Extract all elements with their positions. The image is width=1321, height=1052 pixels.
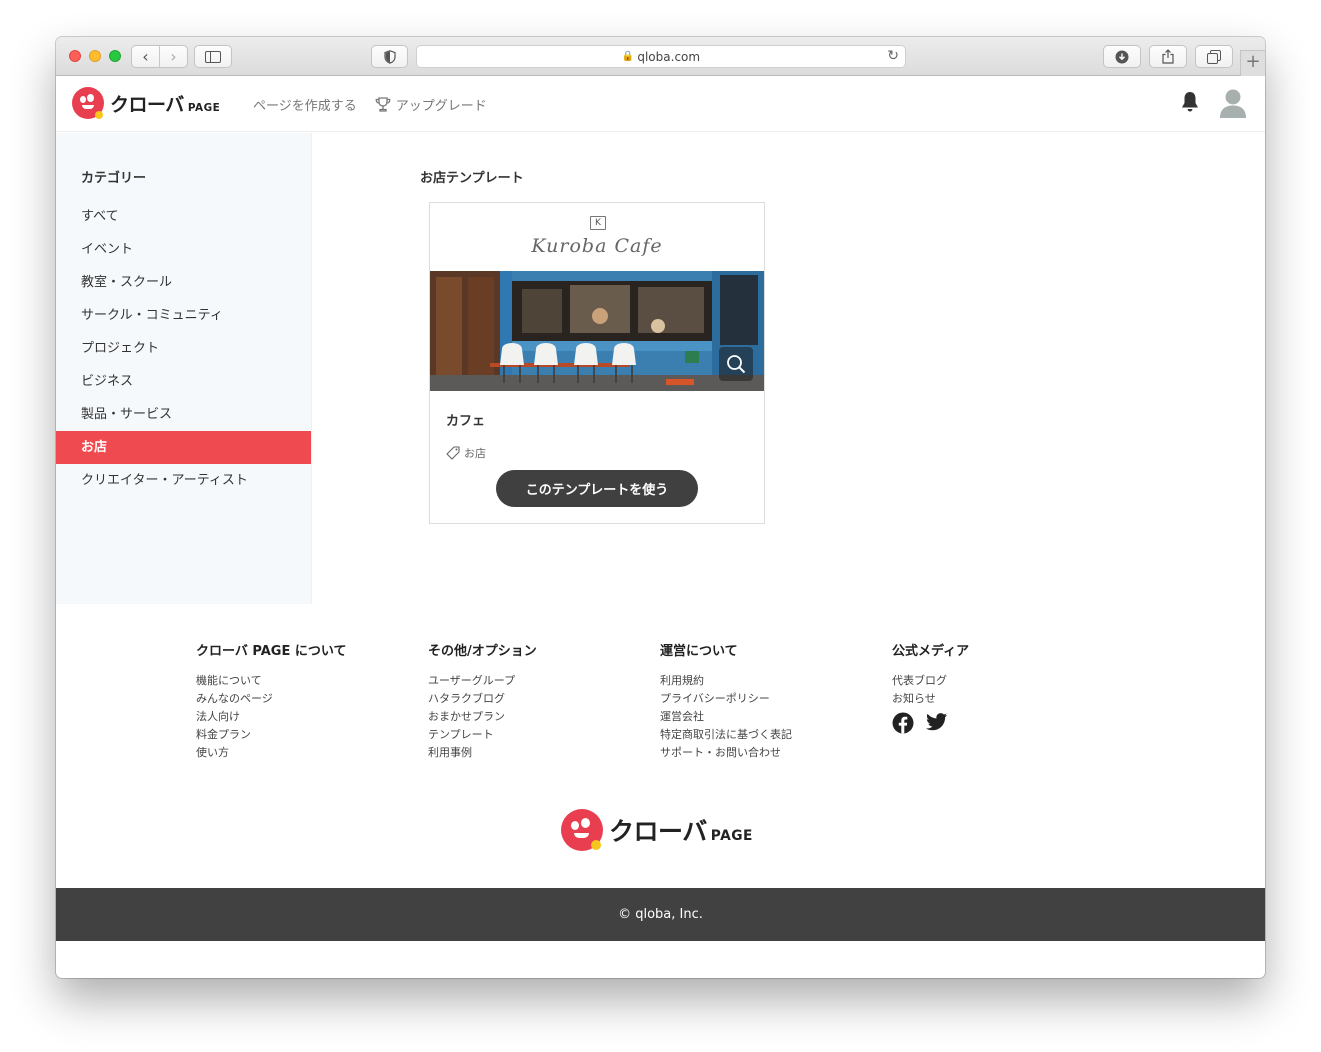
footer-column-about: クローバ PAGE について 機能について みんなのページ 法人向け 料金プラン… [196, 640, 346, 762]
header-nav: ページを作成する アップグレード [253, 95, 487, 114]
facebook-icon[interactable] [892, 712, 914, 738]
footer-column-media: 公式メディア 代表ブログ お知らせ [892, 640, 969, 738]
zoom-window-button[interactable] [109, 50, 121, 62]
close-window-button[interactable] [69, 50, 81, 62]
logo-text: クローバ PAGE [110, 93, 221, 116]
social-links [892, 712, 969, 738]
tag-icon [446, 446, 460, 460]
category-item-project[interactable]: プロジェクト [56, 332, 311, 365]
notification-bell-icon[interactable] [1179, 90, 1201, 114]
category-item-creator[interactable]: クリエイター・アーティスト [56, 464, 311, 497]
download-icon [1115, 50, 1129, 63]
footer-heading: 公式メディア [892, 644, 970, 659]
footer-link[interactable]: プライバシーポリシー [660, 690, 792, 708]
footer-column-company: 運営について 利用規約 プライバシーポリシー 運営会社 特定商取引法に基づく表記… [660, 640, 792, 762]
footer-logo[interactable]: クローバ PAGE [561, 809, 753, 851]
minimize-window-button[interactable] [89, 50, 101, 62]
section-title: お店テンプレート [420, 171, 524, 186]
footer-link[interactable]: おまかせプラン [428, 708, 537, 726]
cafe-photo [430, 271, 764, 391]
category-item-shop[interactable]: お店 [56, 431, 311, 464]
footer-link[interactable]: 特定商取引法に基づく表記 [660, 726, 792, 744]
site-header: クローバ PAGE ページを作成する アップグレード [56, 76, 1265, 132]
category-item-product[interactable]: 製品・サービス [56, 398, 311, 431]
magnifier-icon [727, 355, 746, 374]
template-thumbnail-header: K Kuroba Cafe [430, 203, 764, 271]
browser-toolbar: ‹ › 🔒 qloba.com ↻ + [56, 37, 1265, 76]
footer-link[interactable]: 利用事例 [428, 744, 537, 762]
footer-link[interactable]: サポート・お問い合わせ [660, 744, 792, 762]
template-tag[interactable]: お店 [446, 445, 486, 461]
copyright-bar: © qloba, Inc. [56, 888, 1265, 941]
category-item-event[interactable]: イベント [56, 233, 311, 266]
footer-link[interactable]: 法人向け [196, 708, 346, 726]
footer-link[interactable]: 利用規約 [660, 672, 792, 690]
upgrade-label: アップグレード [395, 99, 487, 114]
footer-link[interactable]: みんなのページ [196, 690, 346, 708]
reload-icon[interactable]: ↻ [887, 48, 899, 64]
sidebar-icon [205, 50, 221, 63]
site-logo[interactable]: クローバ PAGE [72, 87, 220, 119]
address-bar[interactable]: 🔒 qloba.com ↻ [416, 45, 906, 68]
address-url: qloba.com [637, 49, 701, 64]
create-page-link[interactable]: ページを作成する [253, 95, 357, 114]
category-item-school[interactable]: 教室・スクール [56, 266, 311, 299]
template-thumbnail-image[interactable] [430, 271, 764, 391]
sidebar-title: カテゴリー [81, 171, 147, 186]
template-title: カフェ [446, 414, 486, 429]
footer-heading: クローバ PAGE について [196, 644, 347, 659]
template-card[interactable]: K Kuroba Cafe カフェ お店 このテンプレートを使う [429, 202, 765, 524]
footer-link[interactable]: お知らせ [892, 690, 969, 708]
privacy-report-button[interactable] [371, 45, 408, 68]
share-button[interactable] [1149, 45, 1187, 68]
category-item-all[interactable]: すべて [56, 200, 311, 233]
twitter-icon[interactable] [926, 712, 948, 738]
category-item-business[interactable]: ビジネス [56, 365, 311, 398]
footer-link[interactable]: 運営会社 [660, 708, 792, 726]
category-sidebar: カテゴリー すべて イベント 教室・スクール サークル・コミュニティ プロジェク… [56, 133, 312, 604]
footer-link[interactable]: 料金プラン [196, 726, 346, 744]
trophy-icon [375, 97, 391, 112]
back-button[interactable]: ‹ [132, 46, 159, 67]
footer-heading: 運営について [660, 644, 738, 659]
footer-link[interactable]: 機能について [196, 672, 346, 690]
logo-text: クローバ PAGE [609, 817, 753, 846]
cafe-logo-icon: K [590, 216, 606, 230]
footer-link[interactable]: ハタラクブログ [428, 690, 537, 708]
footer-link[interactable]: 使い方 [196, 744, 346, 762]
forward-button[interactable]: › [160, 46, 187, 67]
tab-overview-button[interactable] [1195, 45, 1233, 68]
clover-logo-icon [72, 87, 104, 119]
template-tag-label: お店 [464, 447, 486, 460]
tabs-icon [1207, 49, 1221, 64]
browser-window: ‹ › 🔒 qloba.com ↻ + クローバ PAGE ページを作成する ア… [56, 37, 1265, 978]
lock-icon: 🔒 [621, 51, 635, 62]
footer-heading: その他/オプション [428, 644, 537, 659]
category-item-circle[interactable]: サークル・コミュニティ [56, 299, 311, 332]
shield-icon [383, 49, 396, 64]
share-icon [1162, 49, 1174, 64]
use-template-button[interactable]: このテンプレートを使う [496, 470, 698, 507]
history-nav: ‹ › [131, 45, 188, 68]
footer-column-options: その他/オプション ユーザーグループ ハタラクブログ おまかせプラン テンプレー… [428, 640, 537, 762]
preview-zoom-button[interactable] [719, 347, 753, 381]
sidebar-toggle-button[interactable] [194, 45, 232, 68]
downloads-button[interactable] [1103, 45, 1141, 68]
footer-link[interactable]: 代表ブログ [892, 672, 969, 690]
category-list: すべて イベント 教室・スクール サークル・コミュニティ プロジェクト ビジネス… [56, 200, 311, 497]
upgrade-link[interactable]: アップグレード [375, 95, 487, 114]
footer-link[interactable]: ユーザーグループ [428, 672, 537, 690]
footer-link[interactable]: テンプレート [428, 726, 537, 744]
clover-logo-icon [561, 809, 603, 851]
user-avatar-icon[interactable] [1219, 87, 1247, 119]
new-tab-button[interactable]: + [1240, 50, 1265, 76]
template-brand-text: Kuroba Cafe [531, 235, 663, 257]
